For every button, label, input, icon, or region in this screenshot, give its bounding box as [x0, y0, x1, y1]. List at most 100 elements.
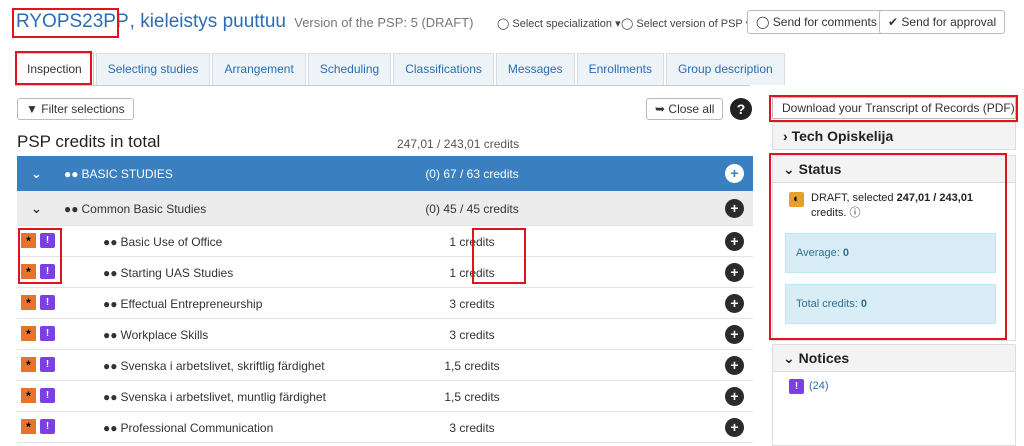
asterisk-icon: *	[21, 295, 36, 310]
send-for-approval-button[interactable]: ✔ Send for approval	[879, 10, 1006, 34]
page-header: RYOPS23PP, kieleistys puuttuu Version of…	[0, 0, 1024, 46]
exclamation-icon: !	[40, 264, 55, 279]
table-row[interactable]: * ! ●● Workplace Skills 3 credits +	[17, 319, 753, 350]
users-icon: ●●	[103, 297, 118, 311]
plus-icon[interactable]: +	[725, 387, 744, 406]
circle-arrow-icon: ➥	[655, 102, 666, 116]
plus-icon[interactable]: +	[725, 294, 744, 313]
filter-selections-button[interactable]: ▼ Filter selections	[17, 98, 134, 120]
table-row[interactable]: * ! ●● Svenska i arbetslivet, muntlig fär…	[17, 381, 753, 412]
tab-messages[interactable]: Messages	[495, 53, 575, 85]
draft-status-text: DRAFT, selected 247,01 / 243,01 credits.…	[811, 192, 974, 219]
chevron-down-icon[interactable]: ⌄	[31, 166, 42, 182]
chevron-down-icon: ⌄	[783, 161, 795, 177]
status-panel-header[interactable]: ⌄ Status	[772, 155, 1016, 183]
course-credits: 1,5 credits	[444, 390, 500, 404]
course-credits: 3 credits	[449, 328, 495, 342]
info-icon[interactable]: ⓘ	[850, 207, 861, 219]
plus-icon[interactable]: +	[725, 263, 744, 282]
total-credits-box: Total credits: 0	[785, 284, 996, 324]
send-for-comments-button[interactable]: ◯ Send for comments	[747, 10, 886, 34]
asterisk-icon: *	[21, 419, 36, 434]
subgroup-credits: (0) 45 / 45 credits	[425, 202, 519, 216]
close-all-button[interactable]: ➥ Close all	[646, 98, 724, 120]
course-credits: 3 credits	[449, 297, 495, 311]
exclamation-icon: !	[40, 295, 55, 310]
average-box: Average: 0	[785, 233, 996, 273]
half-circle-icon: ◐	[789, 192, 804, 207]
course-credits: 1 credits	[449, 235, 495, 249]
asterisk-icon: *	[21, 233, 36, 248]
users-icon: ●●	[103, 390, 118, 404]
table-row[interactable]: * ! ●● Basic Use of Office 1 credits +	[17, 226, 753, 257]
psp-total-credits: 247,01 / 243,01 credits	[397, 137, 520, 151]
plus-icon[interactable]: +	[725, 232, 744, 251]
page-title: RYOPS23PP, kieleistys puuttuu Version of…	[15, 11, 473, 33]
check-icon: ✔	[888, 15, 899, 29]
users-icon: ●●	[103, 359, 118, 373]
table-row[interactable]: * ! ●● Effectual Entrepreneurship 3 credi…	[17, 288, 753, 319]
plus-icon[interactable]: +	[725, 325, 744, 344]
exclamation-icon: !	[40, 357, 55, 372]
chevron-right-icon: ›	[783, 128, 788, 144]
notices-count[interactable]: (24)	[809, 380, 829, 392]
tab-arrangement[interactable]: Arrangement	[212, 53, 306, 85]
help-button[interactable]: ?	[730, 98, 752, 120]
exclamation-icon: !	[40, 326, 55, 341]
tab-inspection[interactable]: Inspection	[15, 53, 94, 85]
plus-icon[interactable]: +	[725, 356, 744, 375]
asterisk-icon: *	[21, 326, 36, 341]
exclamation-icon: !	[40, 233, 55, 248]
chevron-down-icon: ⌄	[783, 350, 795, 366]
select-specialization-dropdown[interactable]: ◯ Select specialization ▾	[497, 17, 621, 30]
tabs-divider	[15, 85, 750, 86]
chevron-down-icon[interactable]: ⌄	[31, 201, 42, 217]
download-transcript-button[interactable]: Download your Transcript of Records (PDF…	[772, 97, 1016, 119]
psp-title-rest: , kieleistys puuttuu	[129, 11, 286, 32]
users-icon: ●●	[103, 328, 118, 342]
users-icon: ●●	[64, 167, 79, 181]
psp-code: RYOPS23PP	[16, 11, 129, 32]
table-row[interactable]: * ! ●● Starting UAS Studies 1 credits +	[17, 257, 753, 288]
exclamation-icon: !	[40, 388, 55, 403]
course-credits: 3 credits	[449, 421, 495, 435]
comment-icon: ◯	[756, 15, 770, 29]
studies-table: ⌄ ●● BASIC STUDIES (0) 67 / 63 credits + …	[17, 156, 753, 443]
tab-classifications[interactable]: Classifications	[393, 53, 494, 85]
plus-icon[interactable]: +	[725, 164, 744, 183]
users-icon: ●●	[103, 235, 118, 249]
tab-selecting-studies[interactable]: Selecting studies	[95, 53, 211, 85]
psp-total-label: PSP credits in total	[17, 132, 161, 151]
asterisk-icon: *	[21, 388, 36, 403]
tab-scheduling[interactable]: Scheduling	[307, 53, 392, 85]
exclamation-icon: !	[789, 379, 804, 394]
tab-enrollments[interactable]: Enrollments	[576, 53, 664, 85]
course-credits: 1,5 credits	[444, 359, 500, 373]
shield-icon: ◯	[497, 18, 510, 30]
asterisk-icon: *	[21, 357, 36, 372]
table-row[interactable]: * ! ●● Professional Communication 3 credi…	[17, 412, 753, 443]
table-row[interactable]: * ! ●● Svenska i arbetslivet, skriftlig f…	[17, 350, 753, 381]
status-panel: ◐ DRAFT, selected 247,01 / 243,01 credit…	[772, 183, 1016, 341]
student-panel-header[interactable]: › Tech Opiskelija	[772, 122, 1016, 150]
notices-panel-header[interactable]: ⌄ Notices	[772, 344, 1016, 372]
users-icon: ●●	[103, 266, 118, 280]
subgroup-row-common-basic[interactable]: ⌄ ●● Common Basic Studies (0) 45 / 45 cre…	[17, 191, 753, 226]
exclamation-icon: !	[40, 419, 55, 434]
notices-panel: ! (24)	[772, 372, 1016, 446]
tab-bar: Inspection Selecting studies Arrangement…	[15, 53, 787, 85]
psp-version: Version of the PSP: 5 (DRAFT)	[294, 15, 474, 30]
filter-icon: ▼	[26, 102, 38, 116]
select-version-dropdown[interactable]: ◯ Select version of PSP ▾	[621, 17, 751, 30]
course-credits: 1 credits	[449, 266, 495, 280]
tab-group-description[interactable]: Group description	[665, 53, 785, 85]
group-row-basic-studies[interactable]: ⌄ ●● BASIC STUDIES (0) 67 / 63 credits +	[17, 156, 753, 191]
users-icon: ●●	[103, 421, 118, 435]
users-icon: ●●	[64, 202, 79, 216]
group-credits: (0) 67 / 63 credits	[425, 167, 519, 181]
plus-icon[interactable]: +	[725, 418, 744, 437]
asterisk-icon: *	[21, 264, 36, 279]
caret-down-icon: ▾	[615, 18, 621, 30]
shield-icon: ◯	[621, 18, 634, 30]
plus-icon[interactable]: +	[725, 199, 744, 218]
